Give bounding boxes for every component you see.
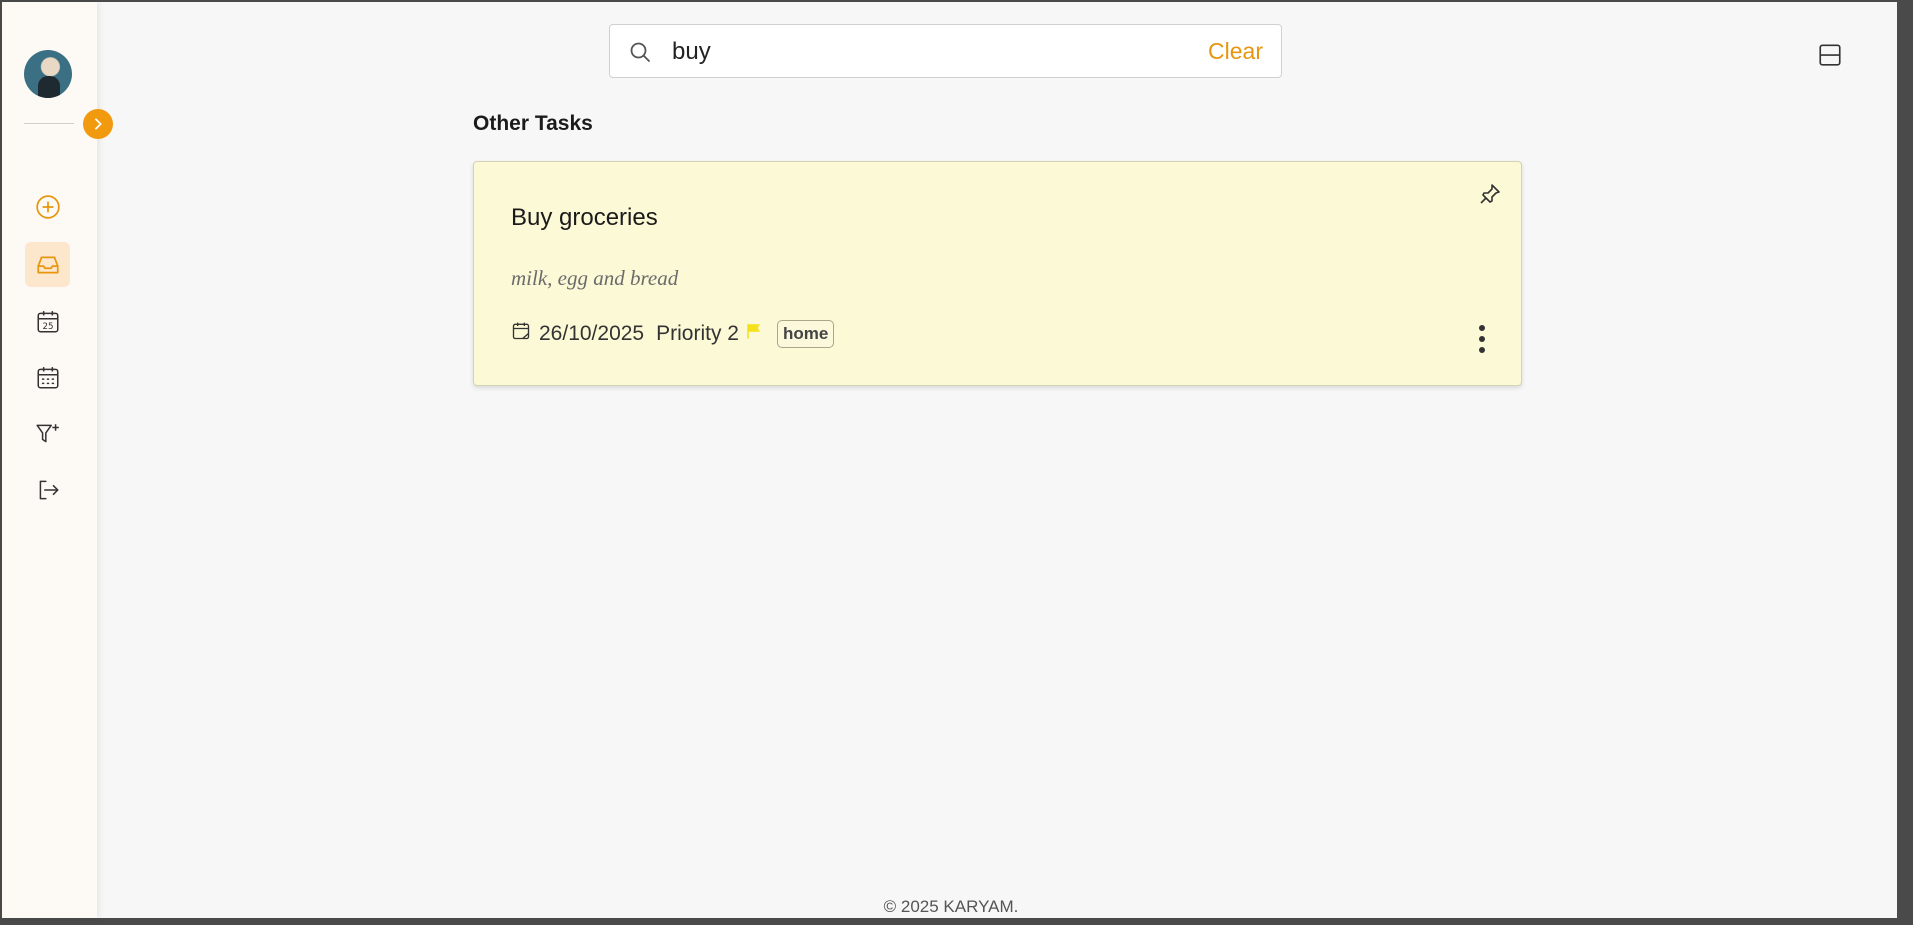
sidebar-item-today[interactable]: 25 <box>25 299 70 344</box>
footer-copyright: © 2025 KARYAM. <box>883 897 1019 916</box>
expand-sidebar-button[interactable] <box>83 109 113 139</box>
task-tag[interactable]: home <box>776 320 835 348</box>
pin-icon[interactable] <box>1478 182 1502 211</box>
plus-circle-icon <box>35 194 60 219</box>
clear-search-button[interactable]: Clear <box>1208 38 1263 65</box>
flag-icon <box>745 322 763 346</box>
sidebar-divider <box>24 123 74 124</box>
layout-toggle-button[interactable] <box>1817 42 1843 73</box>
search-input[interactable] <box>670 35 1174 69</box>
svg-text:25: 25 <box>42 322 53 332</box>
sidebar-item-inbox[interactable] <box>25 242 70 287</box>
calendar-icon <box>511 321 531 347</box>
sidebar-item-filters[interactable] <box>25 411 70 456</box>
layout-rows-icon <box>1819 44 1841 66</box>
task-title: Buy groceries <box>511 204 658 231</box>
task-meta: 26/10/2025 Priority 2 home <box>511 320 835 348</box>
search-bar: Clear <box>609 24 1282 78</box>
more-options-icon[interactable] <box>1475 324 1489 359</box>
chevron-right-icon <box>95 118 102 130</box>
sidebar-item-upcoming[interactable] <box>25 355 70 400</box>
inbox-icon <box>36 256 59 273</box>
calendar-25-icon: 25 <box>36 310 59 333</box>
section-title: Other Tasks <box>473 112 593 135</box>
search-icon <box>628 40 652 69</box>
sidebar-item-logout[interactable] <box>25 467 70 512</box>
scrollbar[interactable] <box>1897 2 1911 918</box>
task-card[interactable]: Buy groceries milk, egg and bread 26/10/… <box>473 161 1522 386</box>
sidebar: 25 <box>2 2 97 918</box>
task-description: milk, egg and bread <box>511 266 679 290</box>
task-priority: Priority 2 <box>656 322 739 345</box>
logout-icon <box>39 480 59 499</box>
calendar-grid-icon <box>36 366 59 389</box>
sidebar-item-add-task[interactable] <box>25 184 70 229</box>
avatar[interactable] <box>24 50 72 98</box>
filter-plus-icon <box>35 423 59 442</box>
task-due-date: 26/10/2025 <box>539 322 645 345</box>
